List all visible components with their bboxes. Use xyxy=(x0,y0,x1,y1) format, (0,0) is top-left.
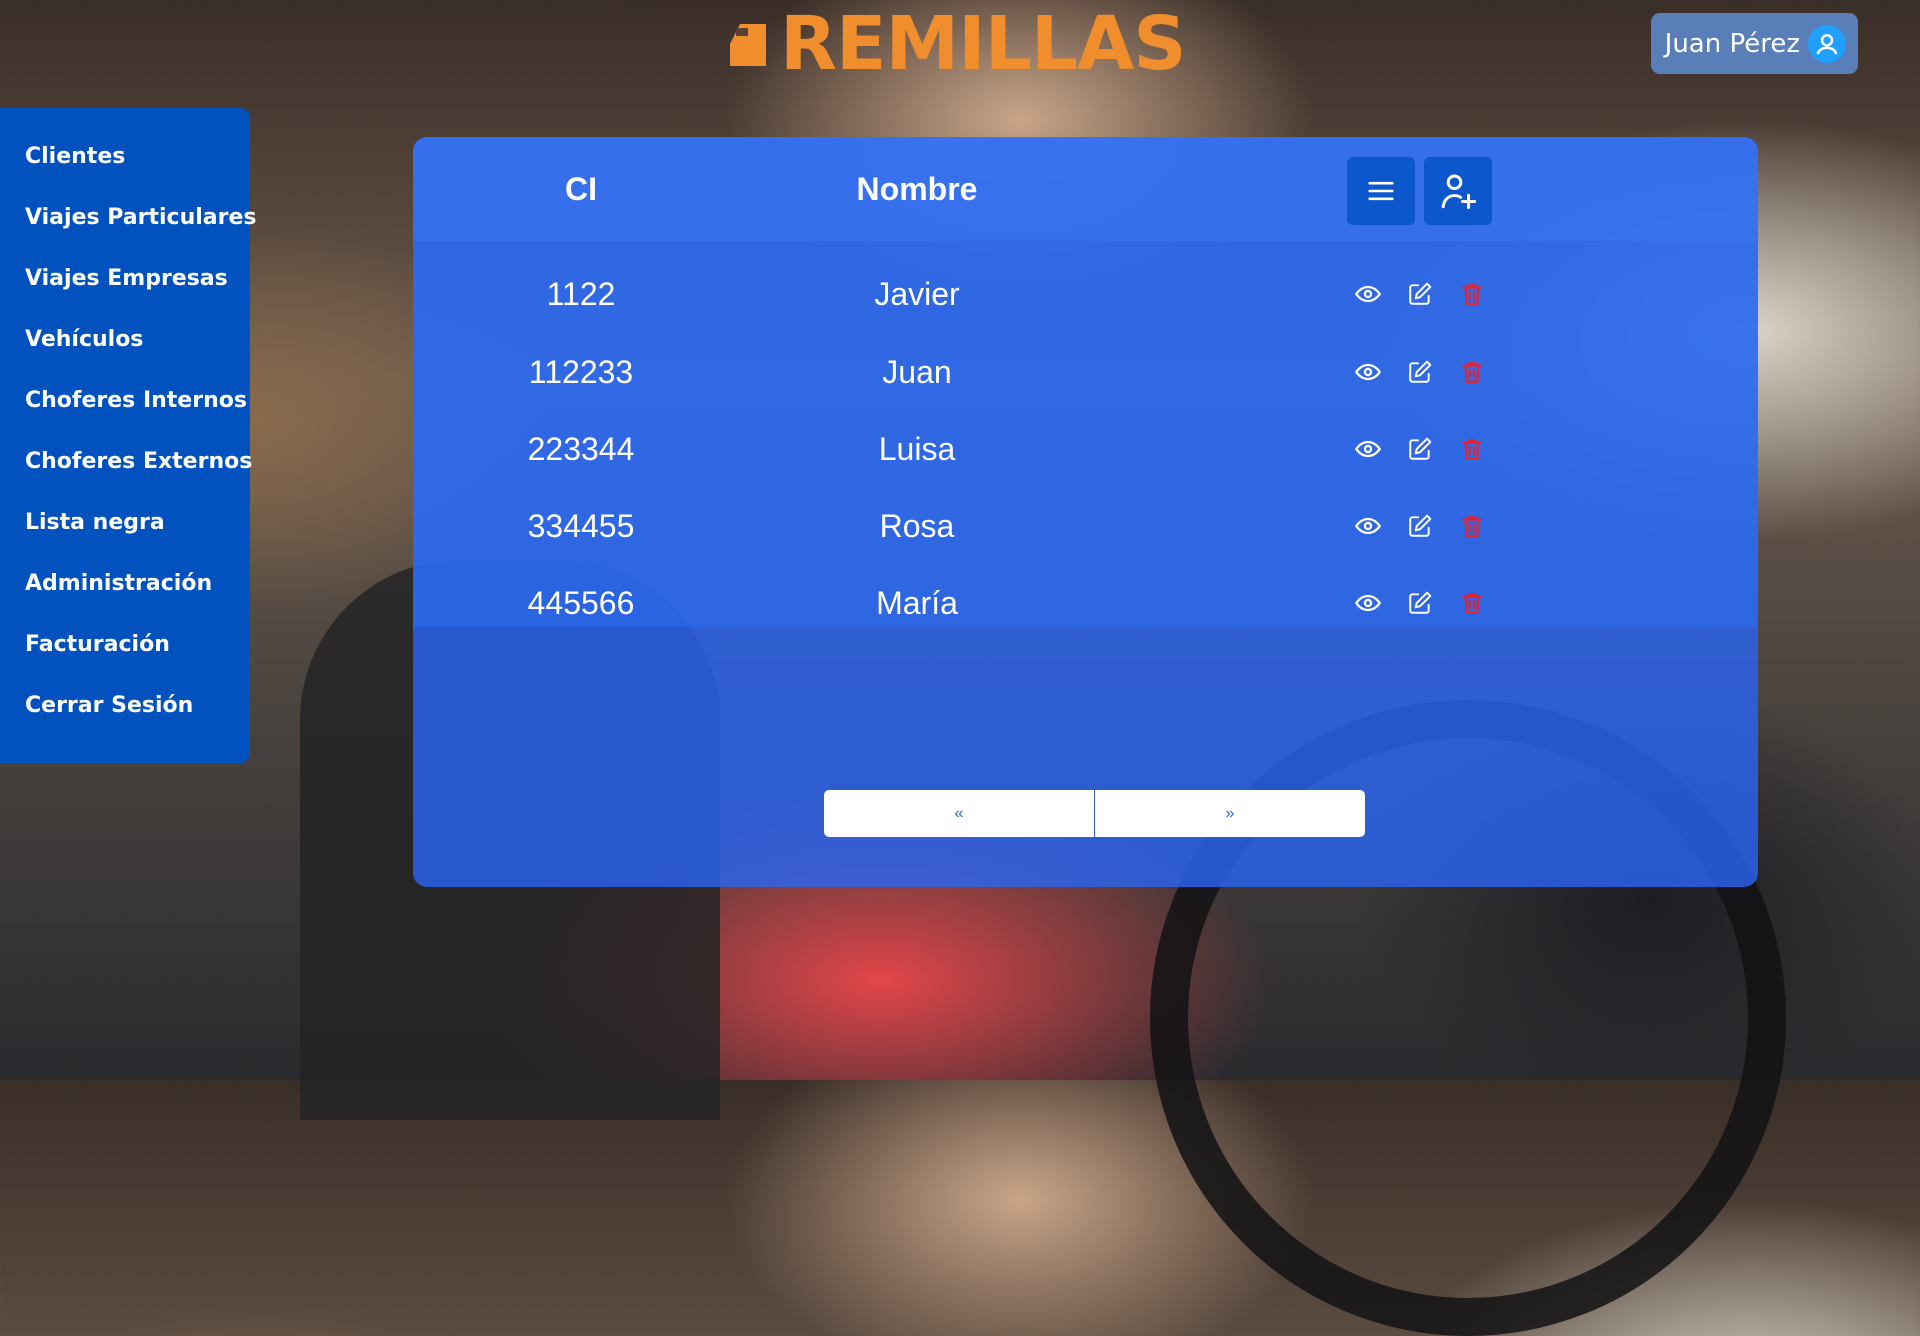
sidebar-item-administracion[interactable]: Administración xyxy=(0,563,250,624)
pagination: « » xyxy=(824,790,1365,837)
view-button[interactable] xyxy=(1353,357,1383,387)
sidebar-item-viajes-particulares[interactable]: Viajes Particulares xyxy=(0,197,256,258)
table-row: 112233 Juan xyxy=(413,333,1758,411)
eye-icon xyxy=(1354,285,1382,303)
edit-icon xyxy=(1409,360,1432,383)
table-row: 445566 María xyxy=(413,564,1758,642)
cell-ci: 112233 xyxy=(528,354,634,390)
view-button[interactable] xyxy=(1353,434,1383,464)
cell-nombre: Javier xyxy=(874,276,960,312)
sidebar-item-choferes-internos[interactable]: Choferes Internos xyxy=(0,380,250,441)
eye-icon xyxy=(1354,594,1382,612)
view-button[interactable] xyxy=(1353,279,1383,309)
menu-button[interactable] xyxy=(1347,157,1415,225)
clients-panel: CI Nombre 1122 Javier 112233 Juan 223344… xyxy=(413,137,1758,887)
user-circle-icon xyxy=(1808,24,1846,63)
cell-ci: 1122 xyxy=(546,276,616,312)
edit-icon xyxy=(1409,282,1432,305)
sidebar-item-cerrar-sesion[interactable]: Cerrar Sesión xyxy=(0,685,250,746)
hamburger-menu-icon xyxy=(1368,181,1394,201)
delete-button[interactable] xyxy=(1457,588,1487,618)
edit-icon xyxy=(1409,514,1432,537)
column-header-nombre: Nombre xyxy=(856,171,978,207)
trash-icon xyxy=(1462,284,1482,305)
delete-button[interactable] xyxy=(1457,357,1487,387)
brand-logo: REMILLAS xyxy=(726,1,1187,87)
trash-icon xyxy=(1462,593,1482,614)
sidebar-item-choferes-externos[interactable]: Choferes Externos xyxy=(0,441,252,502)
eye-icon xyxy=(1354,363,1382,381)
table-row: 334455 Rosa xyxy=(413,487,1758,565)
table-header: CI Nombre xyxy=(413,137,1758,241)
cell-nombre: María xyxy=(876,585,958,621)
trash-icon xyxy=(1462,362,1482,383)
cell-ci: 334455 xyxy=(527,508,635,544)
sidebar-item-clientes[interactable]: Clientes xyxy=(0,136,250,197)
cell-nombre: Rosa xyxy=(879,508,955,544)
add-user-icon xyxy=(1441,174,1477,210)
brand-name: REMILLAS xyxy=(780,1,1187,87)
trash-icon xyxy=(1462,516,1482,537)
cell-ci: 445566 xyxy=(527,585,635,621)
delete-button[interactable] xyxy=(1457,511,1487,541)
add-client-button[interactable] xyxy=(1424,157,1492,225)
trash-icon xyxy=(1462,439,1482,460)
user-menu-button[interactable]: Juan Pérez xyxy=(1651,13,1858,74)
sidebar-item-facturacion[interactable]: Facturación xyxy=(0,624,250,685)
clients-table: CI Nombre 1122 Javier 112233 Juan 223344… xyxy=(413,137,1758,627)
sidebar-item-viajes-empresas[interactable]: Viajes Empresas xyxy=(0,258,250,319)
cell-ci: 223344 xyxy=(527,431,635,467)
edit-button[interactable] xyxy=(1405,434,1435,464)
eye-icon xyxy=(1354,517,1382,535)
edit-icon xyxy=(1409,591,1432,614)
previous-page-button[interactable]: « xyxy=(824,790,1094,837)
view-button[interactable] xyxy=(1353,588,1383,618)
delete-button[interactable] xyxy=(1457,434,1487,464)
table-row: 1122 Javier xyxy=(413,255,1758,333)
user-name: Juan Pérez xyxy=(1664,28,1800,59)
sidebar-item-vehiculos[interactable]: Vehículos xyxy=(0,319,250,380)
sidebar-item-lista-negra[interactable]: Lista negra xyxy=(0,502,250,563)
view-button[interactable] xyxy=(1353,511,1383,541)
cell-nombre: Luisa xyxy=(878,431,956,467)
column-header-ci: CI xyxy=(565,171,597,207)
next-page-button[interactable]: » xyxy=(1095,790,1365,837)
edit-button[interactable] xyxy=(1405,511,1435,541)
cell-nombre: Juan xyxy=(882,354,952,390)
eye-icon xyxy=(1354,440,1382,458)
car-logo-icon xyxy=(730,24,766,66)
sidebar: Clientes Viajes Particulares Viajes Empr… xyxy=(0,108,256,763)
edit-button[interactable] xyxy=(1405,279,1435,309)
delete-button[interactable] xyxy=(1457,279,1487,309)
edit-button[interactable] xyxy=(1405,357,1435,387)
edit-icon xyxy=(1409,437,1432,460)
table-row: 223344 Luisa xyxy=(413,410,1758,488)
edit-button[interactable] xyxy=(1405,588,1435,618)
